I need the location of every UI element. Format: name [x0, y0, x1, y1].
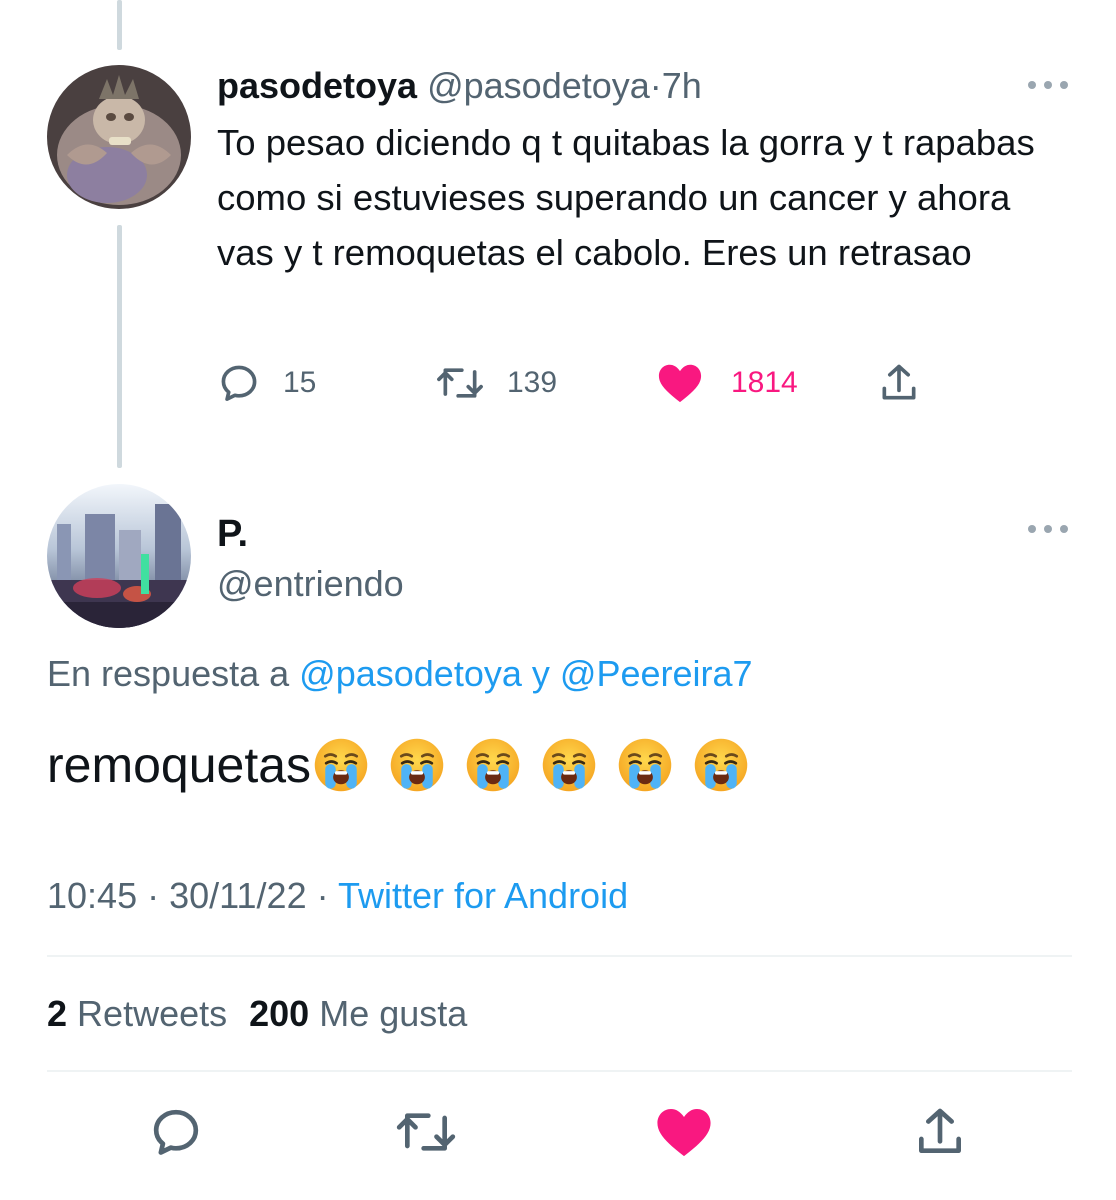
tweet-source[interactable]: Twitter for Android	[338, 875, 628, 916]
separator: ·	[316, 875, 329, 916]
tweet-time[interactable]: 7h	[662, 65, 702, 106]
avatar[interactable]	[47, 484, 191, 628]
retweet-count: 139	[507, 366, 558, 399]
crying-face-emoji	[314, 738, 368, 792]
reply-context: En respuesta a @pasodetoya y @Peereira7	[47, 650, 753, 698]
share-button[interactable]	[877, 358, 921, 408]
retweet-button[interactable]	[395, 1104, 457, 1160]
crying-face-emoji	[390, 738, 444, 792]
like-button[interactable]: 1814	[657, 358, 798, 408]
share-button[interactable]	[912, 1104, 968, 1160]
avatar[interactable]	[47, 65, 191, 209]
retweet-icon	[437, 368, 483, 398]
tweet-text-content: remoquetas	[47, 737, 312, 793]
share-icon	[882, 364, 916, 400]
crying-face-emoji	[618, 738, 672, 792]
reply-user-link[interactable]: @Peereira7	[560, 653, 753, 694]
retweet-button[interactable]: 139	[435, 358, 557, 408]
heart-icon	[657, 1109, 711, 1157]
tweet-actions: 15 139 1814	[217, 358, 937, 408]
avatar-image	[47, 65, 191, 209]
crying-face-emoji	[694, 738, 748, 792]
parent-tweet-header: pasodetoya @pasodetoya·7h	[217, 62, 702, 110]
tweet-timestamp: 10:45 · 30/11/22 · Twitter for Android	[47, 872, 628, 920]
like-count: 200	[249, 993, 310, 1034]
more-icon[interactable]	[1028, 522, 1068, 536]
reply-count: 15	[283, 366, 317, 399]
more-icon[interactable]	[1028, 78, 1068, 92]
reply-prefix: En respuesta a	[47, 653, 290, 694]
crying-face-emoji	[542, 738, 596, 792]
reply-button[interactable]	[148, 1104, 204, 1160]
like-count: 1814	[731, 366, 798, 399]
divider	[47, 955, 1072, 957]
retweets-stat[interactable]: 2 Retweets	[47, 993, 227, 1034]
tweet-text: remoquetas	[47, 730, 749, 800]
like-label: Me gusta	[319, 993, 468, 1034]
separator: ·	[649, 65, 662, 106]
reply-icon	[153, 1109, 199, 1155]
retweet-label: Retweets	[77, 993, 228, 1034]
author-name[interactable]: pasodetoya	[217, 65, 417, 106]
tweet-date[interactable]: 30/11/22	[169, 875, 306, 916]
author-handle[interactable]: @entriendo	[217, 562, 404, 606]
reply-user-link[interactable]: @pasodetoya	[299, 653, 522, 694]
crying-face-emoji	[466, 738, 520, 792]
separator: ·	[147, 875, 160, 916]
retweet-icon	[396, 1113, 456, 1151]
author-handle[interactable]: @pasodetoya	[427, 65, 650, 106]
like-button[interactable]	[655, 1104, 713, 1160]
thread-line	[117, 0, 122, 50]
divider	[47, 1070, 1072, 1072]
emoji-group	[313, 737, 749, 793]
reply-button[interactable]: 15	[217, 358, 316, 408]
thread-line	[117, 225, 122, 468]
avatar-image	[47, 484, 191, 628]
reply-icon	[221, 365, 257, 401]
heart-icon	[658, 364, 702, 403]
share-icon	[919, 1108, 961, 1153]
tweet-time[interactable]: 10:45	[47, 875, 137, 916]
tweet-stats: 2 Retweets 200 Me gusta	[47, 990, 467, 1038]
author-name[interactable]: P.	[217, 512, 248, 556]
reply-conjunction[interactable]: y	[532, 653, 550, 694]
tweet-text: To pesao diciendo q t quitabas la gorra …	[217, 122, 1035, 273]
likes-stat[interactable]: 200 Me gusta	[249, 993, 467, 1034]
tweet-action-bar	[0, 1104, 1116, 1164]
retweet-count: 2	[47, 993, 68, 1034]
